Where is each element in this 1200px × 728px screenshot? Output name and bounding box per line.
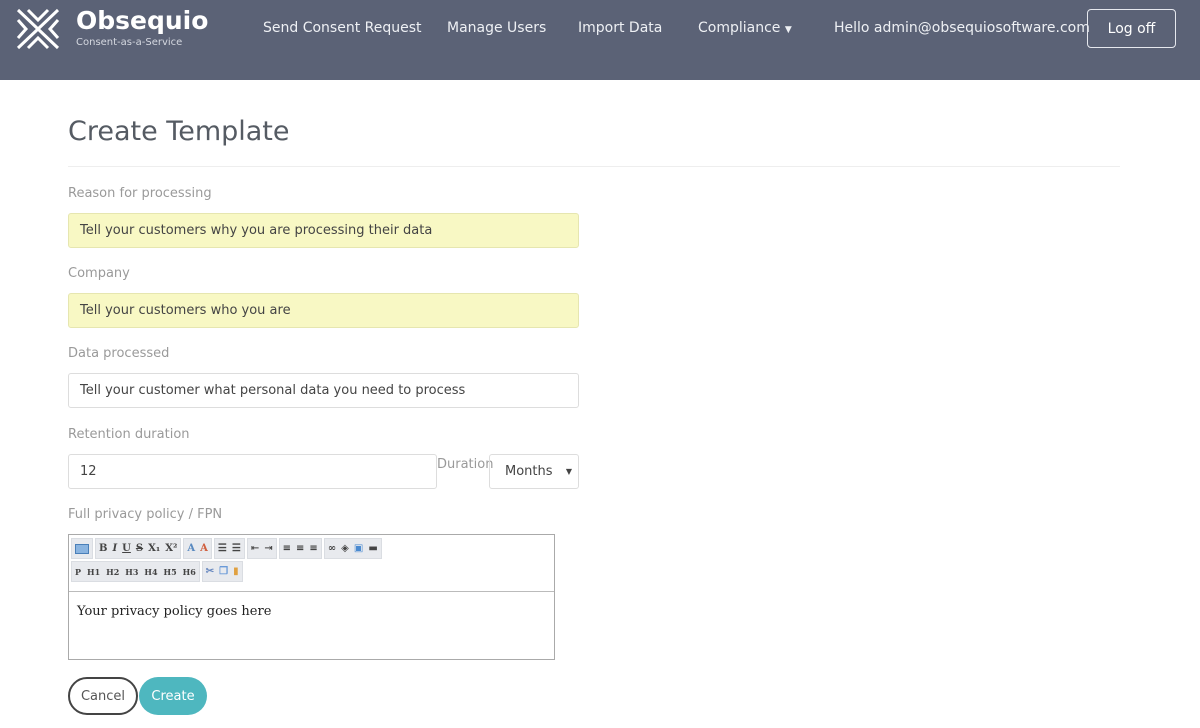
nav-send-consent-request[interactable]: Send Consent Request	[263, 20, 422, 36]
top-navbar: Obsequio Consent-as-a-Service Send Conse…	[0, 0, 1200, 80]
editor-content[interactable]: Your privacy policy goes here	[69, 592, 554, 631]
source-icon[interactable]	[75, 543, 89, 554]
reason-input[interactable]: Tell your customers why you are processi…	[68, 213, 579, 248]
policy-label: Full privacy policy / FPN	[68, 507, 223, 522]
reason-label: Reason for processing	[68, 186, 212, 201]
align-left-icon[interactable]: ≡	[283, 543, 291, 554]
indent-icon[interactable]: ⇥	[264, 543, 272, 554]
data-processed-label: Data processed	[68, 346, 170, 361]
h1-button[interactable]: H1	[87, 567, 100, 577]
user-greeting[interactable]: Hello admin@obsequiosoftware.com	[834, 20, 1090, 36]
divider	[68, 166, 1120, 167]
editor-toolbar: B I U S X₁ X² AA ☰ ☰ ⇤ ⇥ ≡ ≡ ≡ ∞ ◈ ▣ ▬ P H1 H2 H3 H4…	[69, 535, 554, 592]
cut-icon[interactable]: ✂	[206, 566, 214, 577]
h2-button[interactable]: H2	[106, 567, 119, 577]
superscript-icon[interactable]: X²	[165, 543, 177, 554]
underline-icon[interactable]: U	[122, 543, 131, 554]
subscript-icon[interactable]: X₁	[148, 543, 160, 554]
duration-select[interactable]: Months ▼	[489, 454, 579, 489]
retention-label: Retention duration	[68, 427, 190, 442]
create-button[interactable]: Create	[139, 677, 207, 715]
duration-label: Duration	[437, 457, 494, 472]
data-processed-input[interactable]: Tell your customer what personal data yo…	[68, 373, 579, 408]
company-label: Company	[68, 266, 130, 281]
rich-text-editor: B I U S X₁ X² AA ☰ ☰ ⇤ ⇥ ≡ ≡ ≡ ∞ ◈ ▣ ▬ P H1 H2 H3 H4…	[68, 534, 555, 660]
duration-value: Months	[505, 464, 553, 479]
obsequio-logo-icon[interactable]	[14, 6, 62, 52]
ordered-list-icon[interactable]: ☰	[218, 543, 227, 554]
background-color-icon[interactable]: A	[200, 543, 208, 554]
company-input[interactable]: Tell your customers who you are	[68, 293, 579, 328]
h3-button[interactable]: H3	[125, 567, 138, 577]
text-color-icon[interactable]: A	[187, 543, 195, 554]
align-right-icon[interactable]: ≡	[309, 543, 317, 554]
italic-icon[interactable]: I	[112, 543, 117, 554]
outdent-icon[interactable]: ⇤	[251, 543, 259, 554]
horizontal-rule-icon[interactable]: ▬	[368, 543, 377, 554]
h4-button[interactable]: H4	[144, 567, 157, 577]
page-title: Create Template	[68, 116, 290, 147]
unlink-icon[interactable]: ◈	[341, 543, 349, 554]
paragraph-button[interactable]: P	[75, 567, 81, 577]
unordered-list-icon[interactable]: ☰	[232, 543, 241, 554]
nav-import-data[interactable]: Import Data	[578, 20, 662, 36]
log-off-button[interactable]: Log off	[1087, 9, 1176, 48]
brand-tagline: Consent-as-a-Service	[76, 37, 183, 48]
image-icon[interactable]: ▣	[354, 543, 363, 554]
nav-manage-users[interactable]: Manage Users	[447, 20, 546, 36]
brand-name[interactable]: Obsequio	[76, 6, 208, 35]
link-icon[interactable]: ∞	[328, 543, 336, 554]
caret-down-icon: ▼	[784, 25, 792, 35]
bold-icon[interactable]: B	[99, 543, 107, 554]
align-center-icon[interactable]: ≡	[296, 543, 304, 554]
nav-compliance-dropdown[interactable]: Compliance ▼	[698, 20, 792, 36]
h5-button[interactable]: H5	[164, 567, 177, 577]
paste-icon[interactable]: ▮	[233, 566, 239, 577]
cancel-button[interactable]: Cancel	[68, 677, 138, 715]
retention-input[interactable]: 12	[68, 454, 437, 489]
caret-down-icon: ▼	[565, 467, 572, 476]
copy-icon[interactable]: ❐	[219, 566, 228, 577]
nav-compliance-label: Compliance	[698, 20, 781, 36]
h6-button[interactable]: H6	[183, 567, 196, 577]
strikethrough-icon[interactable]: S	[136, 543, 143, 554]
